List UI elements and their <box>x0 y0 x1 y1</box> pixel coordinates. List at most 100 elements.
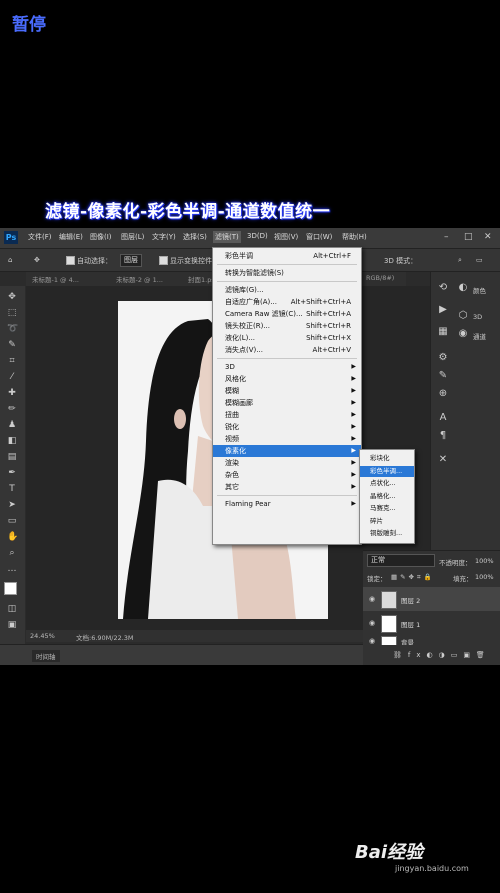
play-action-icon[interactable]: ▶ <box>437 304 449 316</box>
menu-type[interactable]: 文字(Y) <box>152 232 176 242</box>
lasso-tool-icon[interactable]: ➰ <box>7 324 18 334</box>
home-icon[interactable]: ⌂ <box>8 256 12 264</box>
clone-source-icon[interactable]: ⊕ <box>437 388 449 400</box>
filter-menu-item[interactable]: 杂色 ▶ <box>213 469 361 481</box>
menu-select[interactable]: 选择(S) <box>183 232 207 242</box>
channels-panel-label[interactable]: 通道 <box>473 331 486 341</box>
3d-panel-label[interactable]: 3D <box>473 313 482 321</box>
fill-value[interactable]: 100% <box>475 573 494 581</box>
adjust-icon[interactable]: ⚙ <box>437 352 449 364</box>
submenu-item[interactable]: 铜版雕刻... <box>360 528 414 539</box>
menu-filter[interactable]: 滤镜(T) <box>213 231 241 243</box>
tab-untitled-2[interactable]: 未标题-2 @ 1... <box>116 274 163 284</box>
character-icon[interactable]: A <box>437 412 449 424</box>
pen-tool-icon[interactable]: ✒ <box>7 468 17 478</box>
marquee-tool-icon[interactable]: ⬚ <box>7 308 17 318</box>
channels-panel-icon[interactable]: ◉ <box>457 328 469 340</box>
filter-menu-item[interactable]: 模糊 ▶ <box>213 385 361 397</box>
maximize-icon[interactable]: □ <box>464 232 473 242</box>
close-icon[interactable]: ✕ <box>484 232 492 242</box>
3d-panel-icon[interactable]: ⬡ <box>457 310 469 322</box>
workspace-icon[interactable]: ▭ <box>476 256 483 264</box>
tab-active-mode[interactable]: RGB/8#) <box>366 274 394 282</box>
menu-layer[interactable]: 图层(L) <box>121 232 144 242</box>
healing-brush-tool-icon[interactable]: ✚ <box>7 388 17 398</box>
tab-untitled-1[interactable]: 未标题-1 @ 4... <box>32 274 79 284</box>
gradient-tool-icon[interactable]: ▤ <box>7 452 17 462</box>
menu-edit[interactable]: 编辑(E) <box>59 232 83 242</box>
filter-menu-item[interactable]: 风格化 ▶ <box>213 373 361 385</box>
eye-icon[interactable]: ◉ <box>369 595 375 603</box>
filter-menu-item[interactable]: 转换为智能滤镜(S) <box>213 267 361 279</box>
brush-settings-icon[interactable]: ✎ <box>437 370 449 382</box>
filter-menu-item[interactable]: Camera Raw 滤镜(C)... Shift+Ctrl+A <box>213 308 361 320</box>
show-transform-checkbox[interactable] <box>159 256 168 265</box>
filter-menu-item[interactable]: 其它 ▶ <box>213 481 361 493</box>
filter-menu-item[interactable]: 滤镜库(G)... <box>213 284 361 296</box>
filter-menu-item[interactable]: 模糊画廊 ▶ <box>213 397 361 409</box>
zoom-tool-icon[interactable]: ⌕ <box>7 548 17 558</box>
hand-tool-icon[interactable]: ✋ <box>7 532 18 542</box>
stamp-tool-icon[interactable]: ♟ <box>7 420 17 430</box>
menu-view[interactable]: 视图(V) <box>274 232 298 242</box>
minimize-icon[interactable]: – <box>444 232 449 242</box>
lock-icons[interactable]: ▦✎✥⌗🔒 <box>391 573 435 582</box>
submenu-item[interactable]: 点状化... <box>360 478 414 489</box>
shape-tool-icon[interactable]: ▭ <box>7 516 17 526</box>
swatches-icon[interactable]: ▦ <box>437 326 449 338</box>
auto-select-dropdown[interactable]: 图层 <box>120 254 142 267</box>
paragraph-icon[interactable]: ¶ <box>437 430 449 442</box>
menu-window[interactable]: 窗口(W) <box>306 232 332 242</box>
filter-menu-item[interactable]: 自适应广角(A)... Alt+Shift+Ctrl+A <box>213 296 361 308</box>
filter-menu-item[interactable]: 扭曲 ▶ <box>213 409 361 421</box>
pause-label[interactable]: 暂停 <box>12 10 46 35</box>
search-icon[interactable]: ⌕ <box>458 256 462 265</box>
layer-name[interactable]: 背景 <box>401 637 414 645</box>
foreground-color-swatch[interactable] <box>4 582 17 595</box>
filter-menu-item[interactable]: 渲染 ▶ <box>213 457 361 469</box>
filter-menu-item[interactable]: 镜头校正(R)... Shift+Ctrl+R <box>213 320 361 332</box>
eye-icon[interactable]: ◉ <box>369 619 375 627</box>
timeline-tab[interactable]: 时间轴 <box>32 650 60 662</box>
submenu-item[interactable]: 马赛克... <box>360 503 414 514</box>
tools-preset-icon[interactable]: ✕ <box>437 454 449 466</box>
more-tools-icon[interactable]: … <box>7 564 17 574</box>
filter-menu-item[interactable]: 消失点(V)... Alt+Ctrl+V <box>213 344 361 356</box>
menu-3d[interactable]: 3D(D) <box>247 232 268 240</box>
eyedropper-tool-icon[interactable]: ⁄ <box>7 372 17 382</box>
submenu-item[interactable]: 晶格化... <box>360 491 414 502</box>
filter-menu-item[interactable]: 锐化 ▶ <box>213 421 361 433</box>
auto-select-checkbox[interactable] <box>66 256 75 265</box>
move-tool-icon[interactable]: ✥ <box>7 292 17 302</box>
layer-actions-icons[interactable]: ⛓fx◐◑▭▣🗑 <box>393 651 491 659</box>
quick-mask-icon[interactable]: ◫ <box>7 604 17 614</box>
history-icon[interactable]: ⟲ <box>437 282 449 294</box>
layer-row[interactable]: ◉ 图层 1 <box>363 611 500 635</box>
submenu-item[interactable]: 彩色半调... <box>360 465 414 477</box>
eraser-tool-icon[interactable]: ◧ <box>7 436 17 446</box>
filter-menu-item[interactable]: 视频 ▶ <box>213 433 361 445</box>
path-select-tool-icon[interactable]: ➤ <box>7 500 17 510</box>
eye-icon[interactable]: ◉ <box>369 637 375 645</box>
filter-menu-item[interactable]: Flaming Pear ▶ <box>213 498 361 510</box>
menu-image[interactable]: 图像(I) <box>90 232 112 242</box>
color-panel-label[interactable]: 颜色 <box>473 285 486 295</box>
zoom-level[interactable]: 24.45% <box>30 632 55 640</box>
blend-mode-dropdown[interactable]: 正常 <box>367 554 435 567</box>
submenu-item[interactable]: 碎片 <box>360 516 414 527</box>
crop-tool-icon[interactable]: ⌗ <box>7 356 17 366</box>
type-tool-icon[interactable]: T <box>7 484 17 494</box>
filter-menu-item[interactable]: 像素化 ▶ <box>213 445 361 457</box>
submenu-item[interactable]: 彩块化 <box>360 453 414 464</box>
layer-row[interactable]: ◉ 图层 2 <box>363 587 500 611</box>
quick-select-tool-icon[interactable]: ✎ <box>7 340 17 350</box>
opacity-value[interactable]: 100% <box>475 557 494 565</box>
brush-tool-icon[interactable]: ✏ <box>7 404 17 414</box>
filter-menu-item[interactable]: 彩色半调 Alt+Ctrl+F <box>213 250 361 262</box>
filter-menu-item[interactable]: 液化(L)... Shift+Ctrl+X <box>213 332 361 344</box>
screen-mode-icon[interactable]: ▣ <box>7 620 17 630</box>
menu-help[interactable]: 帮助(H) <box>342 232 367 242</box>
color-panel-icon[interactable]: ◐ <box>457 282 469 294</box>
layer-row[interactable]: ◉ 背景 <box>363 635 500 645</box>
layer-name[interactable]: 图层 2 <box>401 595 420 605</box>
